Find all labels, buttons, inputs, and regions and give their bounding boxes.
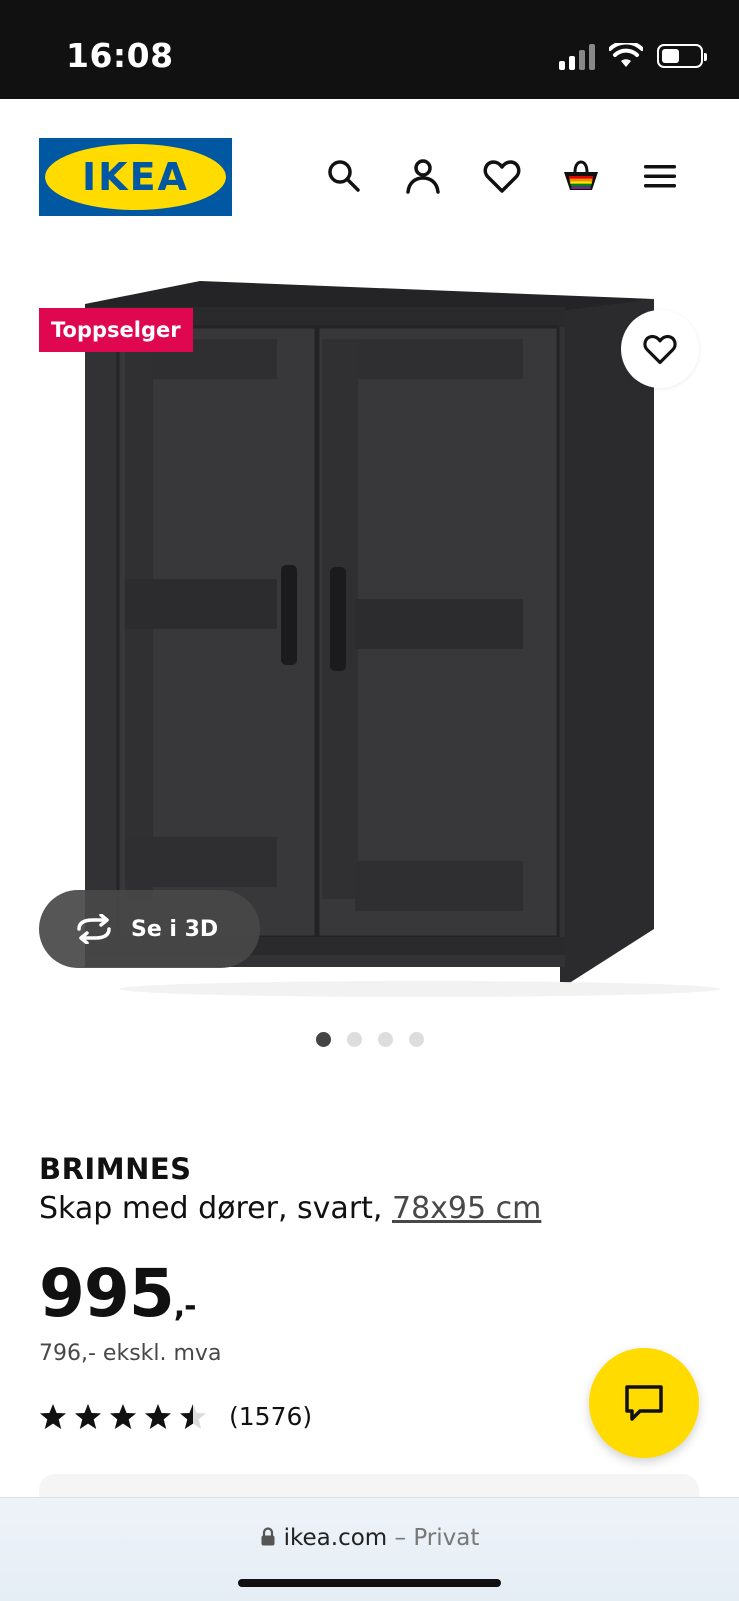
bestseller-badge: Toppselger: [39, 308, 193, 352]
star-full-icon: [75, 1403, 101, 1429]
carousel-dot[interactable]: [377, 1032, 393, 1047]
status-time: 16:08: [66, 36, 174, 75]
product-name: BRIMNES: [39, 1152, 192, 1186]
menu-icon[interactable]: [640, 156, 680, 196]
star-full-icon: [40, 1403, 66, 1429]
home-indicator[interactable]: [238, 1579, 501, 1587]
logo-text: IKEA: [82, 155, 189, 199]
battery-icon: [657, 44, 707, 68]
view-in-3d-label: Se i 3D: [131, 916, 219, 942]
wifi-icon: [609, 43, 643, 67]
chat-icon: [625, 1385, 663, 1421]
chat-button[interactable]: [589, 1348, 699, 1458]
status-icons: [559, 42, 707, 70]
review-count: (1576): [229, 1402, 313, 1431]
basket-icon[interactable]: [561, 156, 601, 196]
rating-stars: [39, 1403, 207, 1431]
product-description-text: Skap med dører, svart,: [39, 1191, 392, 1226]
status-bar: 16:08: [0, 0, 739, 99]
url-domain: ikea.com: [283, 1525, 388, 1551]
carousel-dot[interactable]: [408, 1032, 424, 1047]
url-display[interactable]: ikea.com – Privat: [0, 1525, 739, 1551]
product-rating[interactable]: (1576): [39, 1402, 312, 1431]
star-full-icon: [145, 1403, 171, 1429]
ikea-logo[interactable]: IKEA: [39, 138, 232, 216]
size-link[interactable]: 78x95 cm: [392, 1191, 541, 1226]
heart-icon[interactable]: [482, 156, 522, 196]
search-icon[interactable]: [324, 156, 364, 196]
price-suffix: ,-: [173, 1289, 197, 1324]
add-to-favourites-button[interactable]: [621, 310, 699, 388]
product-gallery[interactable]: Toppselger Se i 3D: [0, 249, 739, 1029]
star-half-icon: [180, 1403, 206, 1429]
product-price: 995,-: [39, 1255, 197, 1343]
heart-icon: [643, 334, 677, 365]
view-in-3d-button[interactable]: Se i 3D: [39, 890, 260, 968]
carousel-dots: [0, 1032, 739, 1047]
rotate-3d-icon: [77, 914, 111, 944]
carousel-dot[interactable]: [315, 1032, 331, 1047]
private-mode-label: – Privat: [394, 1525, 480, 1551]
browser-address-bar[interactable]: ikea.com – Privat: [0, 1497, 739, 1601]
star-full-icon: [110, 1403, 136, 1429]
lock-icon: [261, 1527, 275, 1546]
price-main: 995: [39, 1255, 175, 1332]
signal-icon: [559, 42, 595, 70]
price-excl-vat: 796,- ekskl. mva: [39, 1341, 222, 1366]
carousel-dot[interactable]: [346, 1032, 362, 1047]
product-description: Skap med dører, svart, 78x95 cm: [39, 1191, 541, 1226]
account-icon[interactable]: [403, 156, 443, 196]
site-header: IKEA: [0, 99, 739, 249]
